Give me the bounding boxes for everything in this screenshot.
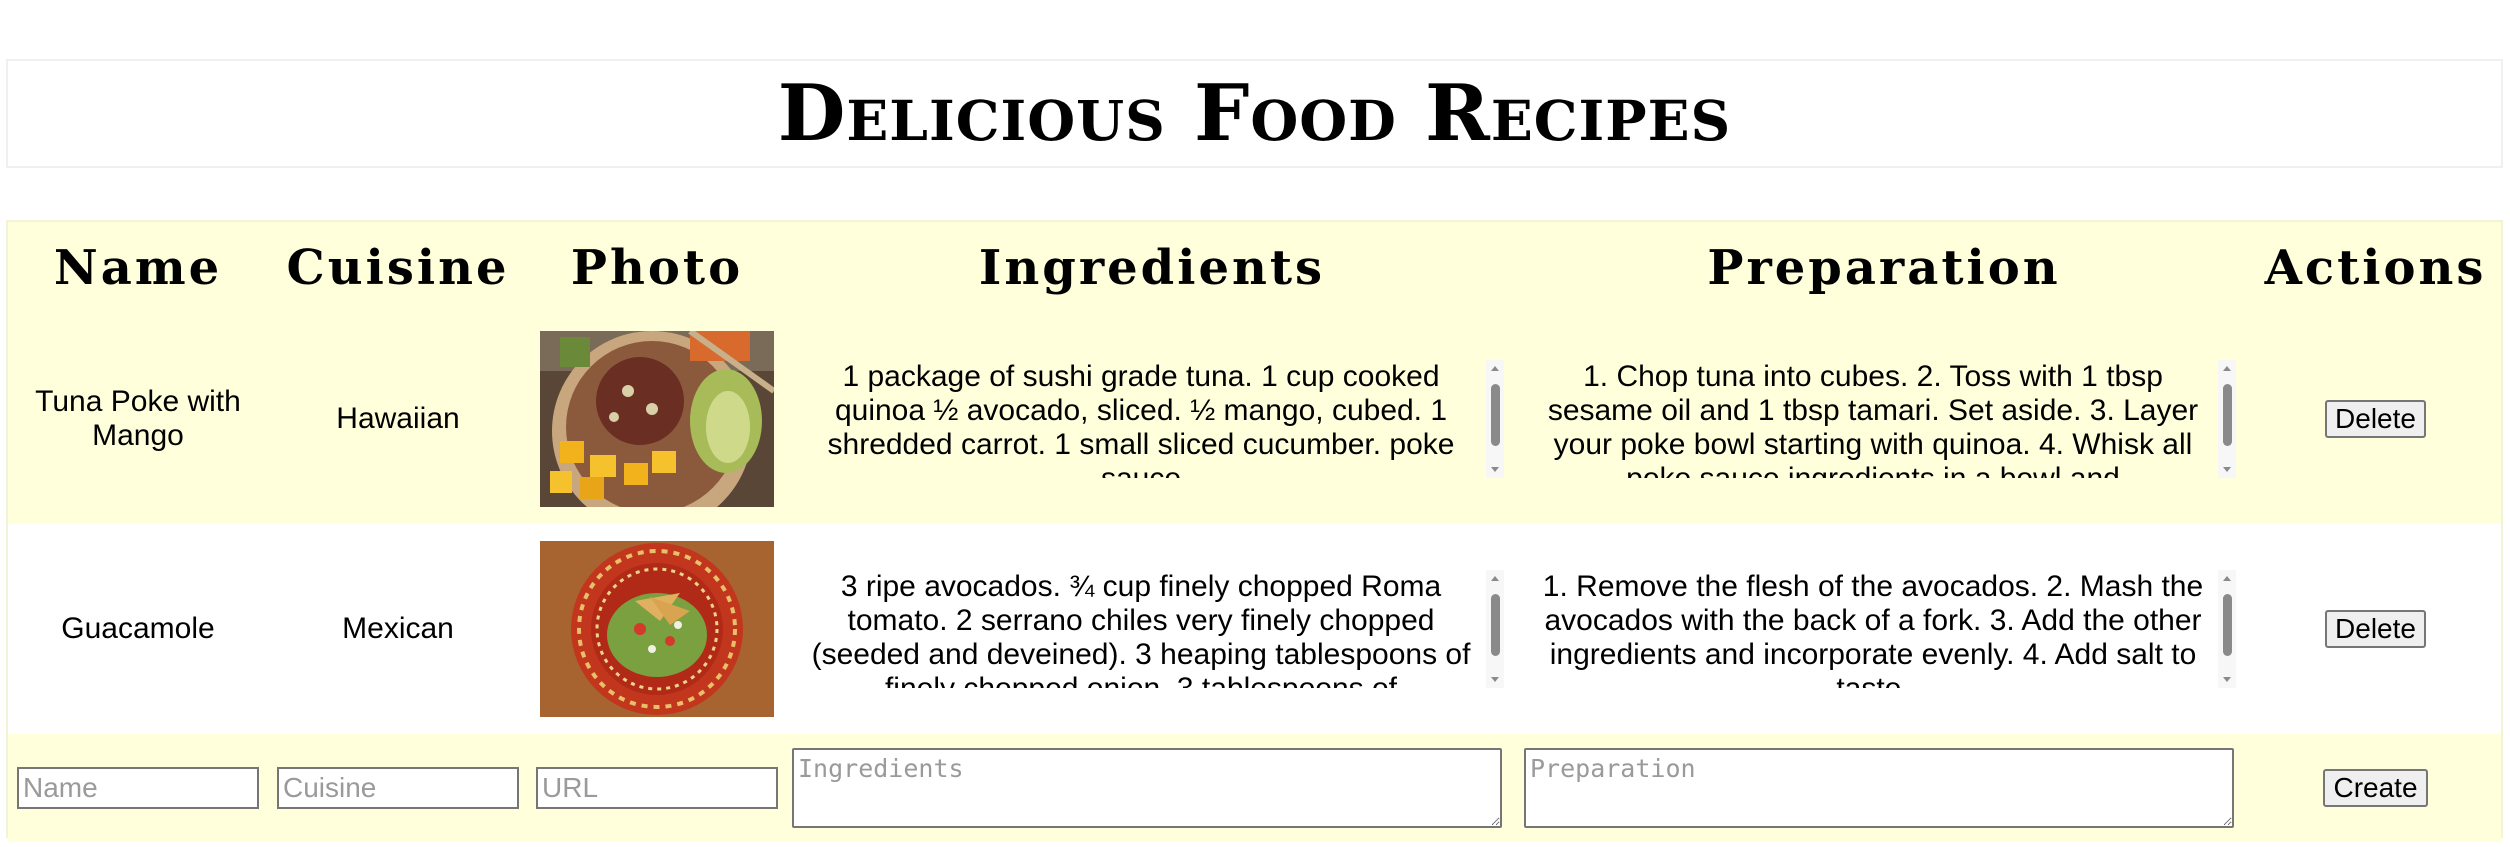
recipe-ingredients: 3 ripe avocados. ¾ cup finely chopped Ro… bbox=[811, 570, 1471, 688]
ingredients-textarea[interactable] bbox=[792, 748, 1502, 828]
scrollbar-thumb[interactable] bbox=[1491, 384, 1500, 446]
scroll-up-arrow-icon[interactable] bbox=[1491, 576, 1499, 581]
new-name-cell bbox=[8, 734, 268, 842]
preparation-scrollbox[interactable]: 1. Chop tuna into cubes. 2. Toss with 1 … bbox=[1532, 360, 2236, 478]
recipes-table: Name Cuisine Photo Ingredients Preparati… bbox=[8, 222, 2501, 842]
scroll-up-arrow-icon[interactable] bbox=[1491, 366, 1499, 371]
new-preparation-cell bbox=[1518, 734, 2250, 842]
recipe-ingredients-cell: 3 ripe avocados. ¾ cup finely chopped Ro… bbox=[786, 524, 1518, 734]
actions-cell: Delete bbox=[2250, 524, 2501, 734]
header-photo: Photo bbox=[570, 240, 744, 296]
delete-button[interactable]: Delete bbox=[2325, 610, 2426, 648]
recipe-preparation: 1. Chop tuna into cubes. 2. Toss with 1 … bbox=[1547, 360, 2199, 478]
recipe-photo bbox=[540, 541, 774, 717]
create-cell: Create bbox=[2250, 734, 2501, 842]
cuisine-input[interactable] bbox=[277, 767, 519, 809]
header-cuisine: Cuisine bbox=[286, 240, 510, 296]
create-button[interactable]: Create bbox=[2323, 769, 2428, 807]
header-name: Name bbox=[53, 240, 223, 296]
scrollbar[interactable] bbox=[2218, 360, 2236, 478]
scrollbar-thumb[interactable] bbox=[2223, 594, 2232, 656]
scroll-down-arrow-icon[interactable] bbox=[1491, 467, 1499, 472]
recipe-name: Guacamole bbox=[61, 612, 215, 645]
delete-button[interactable]: Delete bbox=[2325, 400, 2426, 438]
recipe-ingredients-cell: 1 package of sushi grade tuna. 1 cup coo… bbox=[786, 314, 1518, 524]
recipe-photo-cell bbox=[528, 314, 786, 524]
scrollbar-thumb[interactable] bbox=[1491, 594, 1500, 656]
header-ingredients: Ingredients bbox=[978, 240, 1326, 296]
scroll-down-arrow-icon[interactable] bbox=[1491, 677, 1499, 682]
url-input[interactable] bbox=[536, 767, 778, 809]
ingredients-scrollbox[interactable]: 3 ripe avocados. ¾ cup finely chopped Ro… bbox=[800, 570, 1504, 688]
scrollbar[interactable] bbox=[1486, 570, 1504, 688]
header-actions: Actions bbox=[2264, 240, 2487, 296]
preparation-scrollbox[interactable]: 1. Remove the flesh of the avocados. 2. … bbox=[1532, 570, 2236, 688]
page-title: Delicious Food Recipes bbox=[777, 67, 1732, 159]
title-box: Delicious Food Recipes bbox=[6, 59, 2503, 168]
table-row: Tuna Poke with Mango Hawaiian 1 package … bbox=[8, 314, 2501, 524]
new-cuisine-cell bbox=[268, 734, 528, 842]
new-url-cell bbox=[528, 734, 786, 842]
scroll-up-arrow-icon[interactable] bbox=[2223, 366, 2231, 371]
recipe-cuisine: Mexican bbox=[342, 612, 454, 645]
scrollbar[interactable] bbox=[2218, 570, 2236, 688]
scrollbar-thumb[interactable] bbox=[2223, 384, 2232, 446]
name-input[interactable] bbox=[17, 767, 259, 809]
header-row: Name Cuisine Photo Ingredients Preparati… bbox=[8, 222, 2501, 314]
recipe-photo-cell bbox=[528, 524, 786, 734]
header-preparation: Preparation bbox=[1707, 240, 2061, 296]
recipe-cuisine: Hawaiian bbox=[336, 402, 460, 435]
ingredients-scrollbox[interactable]: 1 package of sushi grade tuna. 1 cup coo… bbox=[800, 360, 1504, 478]
recipe-preparation-cell: 1. Chop tuna into cubes. 2. Toss with 1 … bbox=[1518, 314, 2250, 524]
recipe-preparation: 1. Remove the flesh of the avocados. 2. … bbox=[1542, 570, 2204, 688]
new-recipe-row: Create bbox=[8, 734, 2501, 842]
scroll-down-arrow-icon[interactable] bbox=[2223, 467, 2231, 472]
recipe-name: Tuna Poke with Mango bbox=[35, 385, 241, 452]
recipe-ingredients: 1 package of sushi grade tuna. 1 cup coo… bbox=[827, 360, 1455, 478]
scrollbar[interactable] bbox=[1486, 360, 1504, 478]
recipe-photo bbox=[540, 331, 774, 507]
table-row: Guacamole Mexican 3 ripe avocados. ¾ cup… bbox=[8, 524, 2501, 734]
preparation-textarea[interactable] bbox=[1524, 748, 2234, 828]
recipe-preparation-cell: 1. Remove the flesh of the avocados. 2. … bbox=[1518, 524, 2250, 734]
recipes-table-container: Name Cuisine Photo Ingredients Preparati… bbox=[6, 220, 2503, 842]
actions-cell: Delete bbox=[2250, 314, 2501, 524]
new-ingredients-cell bbox=[786, 734, 1518, 842]
scroll-down-arrow-icon[interactable] bbox=[2223, 677, 2231, 682]
scroll-up-arrow-icon[interactable] bbox=[2223, 576, 2231, 581]
